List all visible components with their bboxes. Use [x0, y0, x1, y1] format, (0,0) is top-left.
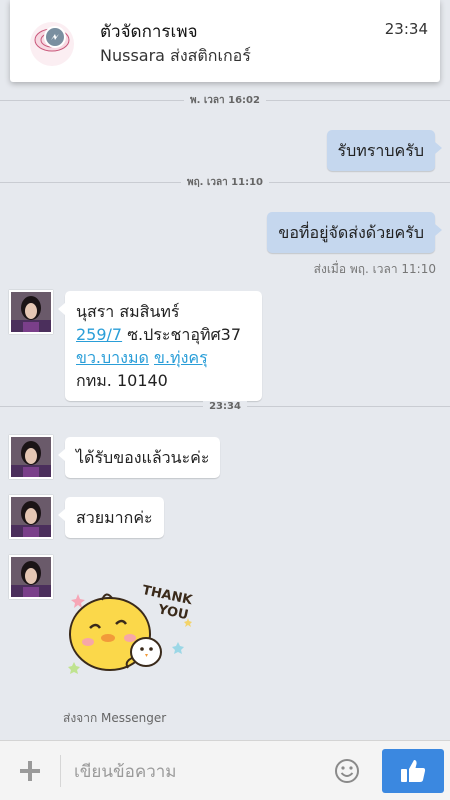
time-separator: 23:34	[0, 399, 450, 413]
notification-title: ตัวจัดการเพจ	[100, 22, 198, 42]
incoming-address-message[interactable]: นุสรา สมสินทร์ 259/7 ซ.ประชาอุทิศ37 ขว.บ…	[58, 291, 262, 401]
notification-text: Nussara ส่งสติกเกอร์	[100, 46, 251, 65]
avatar[interactable]	[9, 435, 53, 479]
message-input[interactable]	[74, 759, 314, 785]
incoming-message[interactable]: ได้รับของแล้วนะค่ะ	[57, 437, 221, 478]
avatar[interactable]	[9, 495, 53, 539]
avatar[interactable]	[9, 290, 53, 334]
address-line: นุสรา สมสินทร์	[76, 302, 180, 321]
outgoing-message[interactable]: รับทราบครับ	[326, 130, 443, 171]
divider	[60, 755, 61, 787]
sent-status: ส่งเมื่อ พฤ. เวลา 11:10	[313, 262, 436, 276]
date-separator: พ. เวลา 16:02	[0, 92, 450, 108]
like-button[interactable]	[382, 749, 444, 793]
address-link[interactable]: ขว.บางมด	[76, 348, 149, 367]
date-separator: พฤ. เวลา 11:10	[0, 174, 450, 190]
smiley-icon[interactable]	[333, 757, 361, 785]
sent-from-label: ส่งจาก Messenger	[63, 711, 167, 725]
address-link[interactable]: ข.ทุ่งครุ	[154, 348, 208, 367]
outgoing-message[interactable]: ขอที่อยู่จัดส่งด้วยครับ	[267, 212, 442, 253]
address-link[interactable]: 259/7	[76, 325, 122, 344]
avatar[interactable]	[9, 555, 53, 599]
incoming-message[interactable]: สวยมากค่ะ	[58, 497, 164, 538]
address-line: 259/7 ซ.ประชาอุทิศ37	[76, 325, 241, 344]
notification-time: 23:34	[384, 20, 428, 38]
thumbs-up-icon	[401, 760, 426, 782]
plus-icon[interactable]	[14, 755, 46, 787]
address-line: กทม. 10140	[76, 371, 168, 390]
thank-you-sticker[interactable]: THANK YOU	[62, 572, 202, 687]
address-line: ขว.บางมด ข.ทุ่งครุ	[76, 346, 251, 369]
notification-banner[interactable]: ตัวจัดการเพจ 23:34 Nussara ส่งสติกเกอร์	[10, 0, 440, 82]
messenger-icon	[44, 26, 66, 48]
